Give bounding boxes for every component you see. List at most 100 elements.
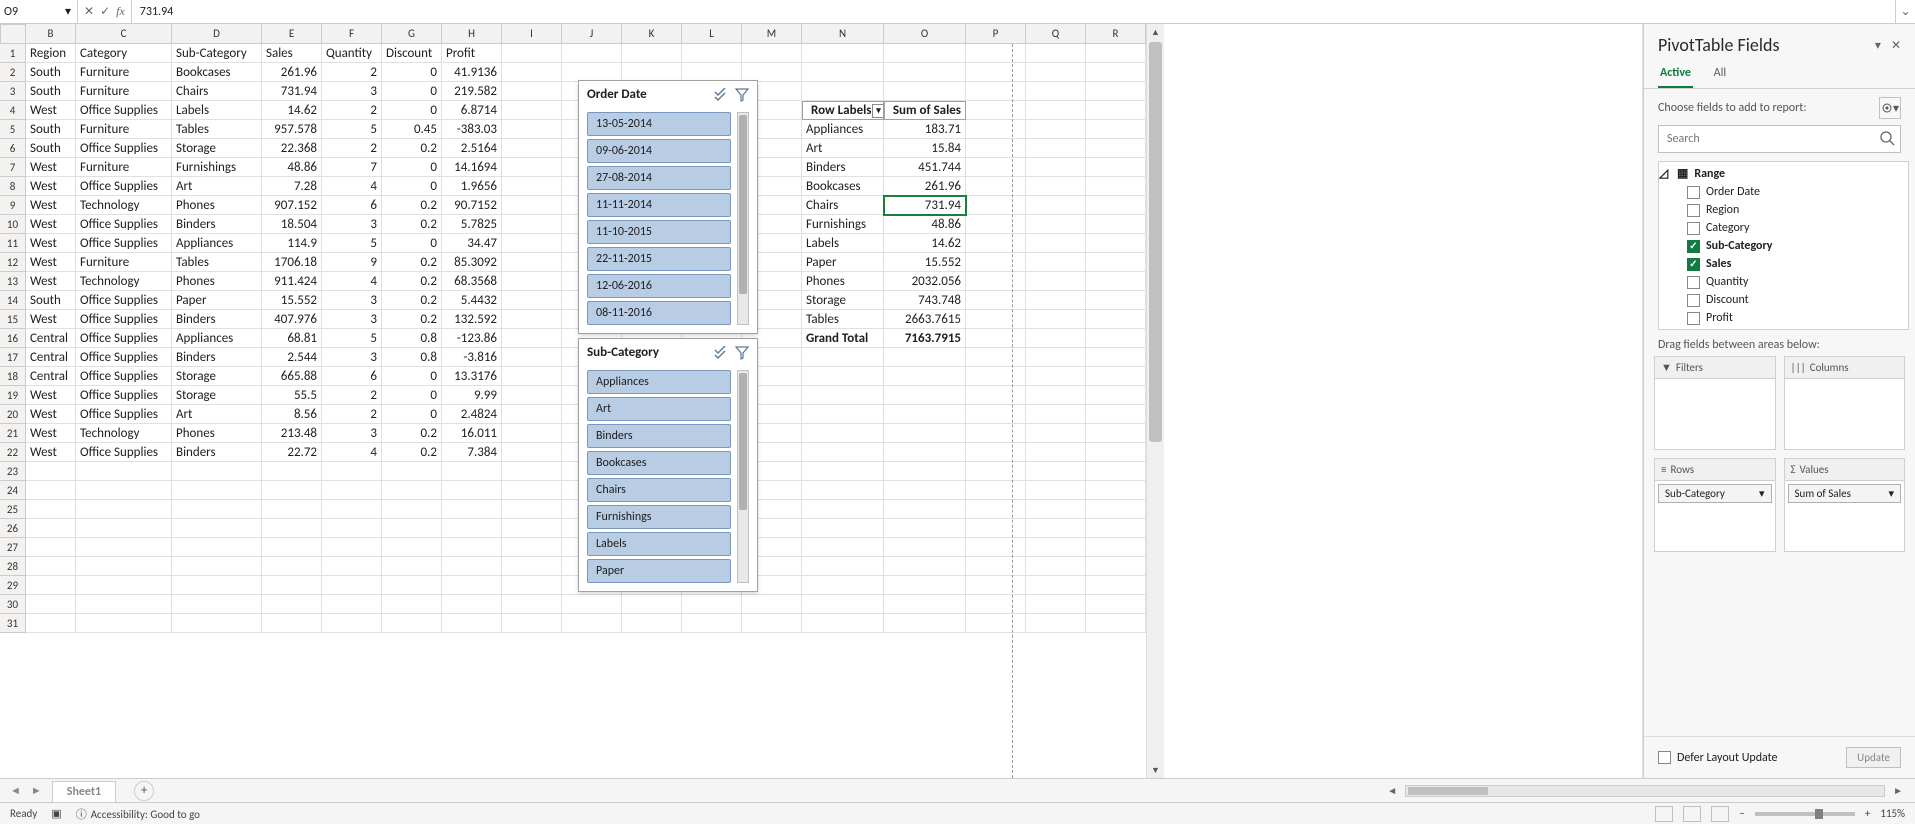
cell-O5[interactable]: 183.71 [884,120,966,139]
cell-E21[interactable]: 213.48 [262,424,322,443]
cell-O15[interactable]: 2663.7615 [884,310,966,329]
formula-cancel-icon[interactable]: ✕ [84,4,94,19]
cell-R20[interactable] [1086,405,1146,424]
cell-B20[interactable]: West [26,405,76,424]
cell-F7[interactable]: 7 [322,158,382,177]
cell-N6[interactable]: Art [802,139,884,158]
cell-E29[interactable] [262,576,322,595]
cell-R15[interactable] [1086,310,1146,329]
cell-I8[interactable] [502,177,562,196]
cell-G13[interactable]: 0.2 [382,272,442,291]
cell-E27[interactable] [262,538,322,557]
cell-I5[interactable] [502,120,562,139]
cell-I31[interactable] [502,614,562,633]
cell-B17[interactable]: Central [26,348,76,367]
col-header-I[interactable]: I [502,24,562,44]
cell-E17[interactable]: 2.544 [262,348,322,367]
cell-F24[interactable] [322,481,382,500]
cell-D23[interactable] [172,462,262,481]
cell-O13[interactable]: 2032.056 [884,272,966,291]
cell-Q11[interactable] [1026,234,1086,253]
slicer-item[interactable]: Labels [587,532,731,556]
rows-area[interactable]: ≡Rows Sub-Category▾ [1654,458,1776,552]
cell-D1[interactable]: Sub-Category [172,44,262,63]
tab-active[interactable]: Active [1658,60,1693,88]
cell-R11[interactable] [1086,234,1146,253]
cell-R30[interactable] [1086,595,1146,614]
cell-D2[interactable]: Bookcases [172,63,262,82]
cell-G12[interactable]: 0.2 [382,253,442,272]
cell-G3[interactable]: 0 [382,82,442,101]
cell-H13[interactable]: 68.3568 [442,272,502,291]
cell-H6[interactable]: 2.5164 [442,139,502,158]
cell-G23[interactable] [382,462,442,481]
defer-checkbox[interactable] [1658,751,1671,764]
zoom-out-icon[interactable]: − [1739,807,1744,820]
cell-C6[interactable]: Office Supplies [76,139,172,158]
cell-Q31[interactable] [1026,614,1086,633]
cell-R13[interactable] [1086,272,1146,291]
cell-F25[interactable] [322,500,382,519]
cell-O9[interactable]: 731.94 [884,196,966,215]
cell-R12[interactable] [1086,253,1146,272]
cell-I20[interactable] [502,405,562,424]
cell-N20[interactable] [802,405,884,424]
cell-O28[interactable] [884,557,966,576]
cell-D31[interactable] [172,614,262,633]
cell-N27[interactable] [802,538,884,557]
cell-O1[interactable] [884,44,966,63]
cell-R17[interactable] [1086,348,1146,367]
cell-P21[interactable] [966,424,1026,443]
cell-I7[interactable] [502,158,562,177]
values-area[interactable]: ΣValues Sum of Sales▾ [1784,458,1906,552]
cell-I26[interactable] [502,519,562,538]
cell-D13[interactable]: Phones [172,272,262,291]
cell-N13[interactable]: Phones [802,272,884,291]
chevron-down-icon[interactable]: ▾ [1759,487,1765,500]
cell-R6[interactable] [1086,139,1146,158]
columns-area[interactable]: |||Columns [1784,356,1906,450]
field-checkbox[interactable]: ✓ [1687,258,1700,271]
cell-O21[interactable] [884,424,966,443]
col-header-F[interactable]: F [322,24,382,44]
cell-D14[interactable]: Paper [172,291,262,310]
cell-Q5[interactable] [1026,120,1086,139]
cell-Q13[interactable] [1026,272,1086,291]
cell-P23[interactable] [966,462,1026,481]
cell-Q7[interactable] [1026,158,1086,177]
cell-D3[interactable]: Chairs [172,82,262,101]
cell-L31[interactable] [682,614,742,633]
cell-Q16[interactable] [1026,329,1086,348]
cell-F4[interactable]: 2 [322,101,382,120]
cell-P14[interactable] [966,291,1026,310]
cell-O18[interactable] [884,367,966,386]
cell-H25[interactable] [442,500,502,519]
cell-C21[interactable]: Technology [76,424,172,443]
cell-B19[interactable]: West [26,386,76,405]
cell-H20[interactable]: 2.4824 [442,405,502,424]
slicer-item[interactable]: Paper [587,559,731,583]
cell-H16[interactable]: -123.86 [442,329,502,348]
cell-H23[interactable] [442,462,502,481]
cell-E10[interactable]: 18.504 [262,215,322,234]
cell-N19[interactable] [802,386,884,405]
cell-N8[interactable]: Bookcases [802,177,884,196]
cell-G15[interactable]: 0.2 [382,310,442,329]
field-item[interactable]: ✓ Sub-Category [1659,237,1908,255]
grid[interactable]: BCDEFGHIJKLMNOPQR1RegionCategorySub-Cate… [0,24,1146,778]
cell-P19[interactable] [966,386,1026,405]
cell-O26[interactable] [884,519,966,538]
cell-M1[interactable] [742,44,802,63]
horizontal-scrollbar[interactable]: ◄ ► [164,779,1915,802]
field-item[interactable]: Category [1659,219,1908,237]
row-header-25[interactable]: 25 [0,500,26,519]
cell-D20[interactable]: Art [172,405,262,424]
cell-I2[interactable] [502,63,562,82]
cell-R9[interactable] [1086,196,1146,215]
cell-D11[interactable]: Appliances [172,234,262,253]
cell-I1[interactable] [502,44,562,63]
cell-E24[interactable] [262,481,322,500]
col-header-K[interactable]: K [622,24,682,44]
cell-C2[interactable]: Furniture [76,63,172,82]
cell-O31[interactable] [884,614,966,633]
